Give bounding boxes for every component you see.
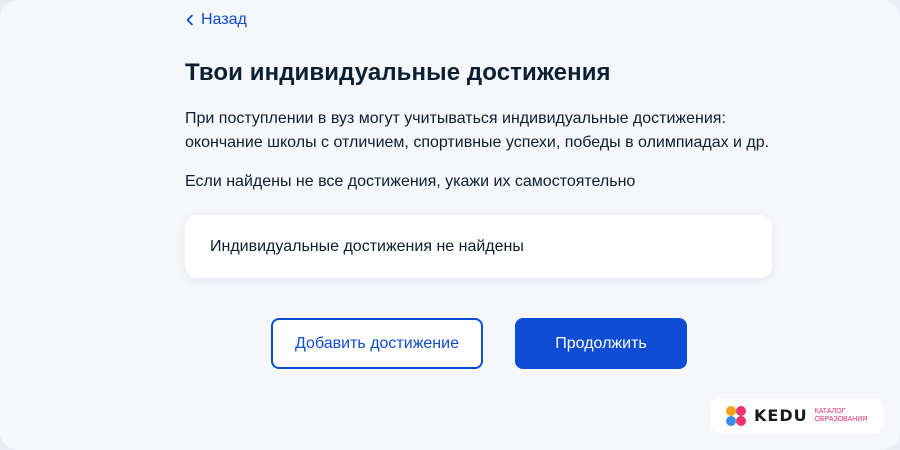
watermark-subtitle-line2: образования [814, 415, 868, 423]
add-achievement-button[interactable]: Добавить достижение [271, 318, 483, 369]
watermark-subtitle-line1: Каталог [814, 407, 846, 415]
empty-state-text: Индивидуальные достижения не найдены [210, 237, 524, 255]
watermark-subtitle: Каталог образования [815, 408, 868, 424]
back-link[interactable]: Назад [185, 11, 247, 29]
intro-text: При поступлении в вуз могут учитываться … [185, 110, 770, 151]
chevron-left-icon [185, 14, 195, 26]
achievements-empty-card: Индивидуальные достижения не найдены [185, 215, 772, 278]
hint-text: Если найдены не все достижения, укажи их… [185, 173, 636, 190]
back-link-label: Назад [201, 11, 247, 28]
kedu-watermark: KEDU Каталог образования [711, 398, 883, 433]
kedu-logo-icon [725, 405, 747, 427]
continue-button[interactable]: Продолжить [515, 318, 687, 369]
watermark-brand: KEDU [754, 406, 808, 425]
page-frame: Назад Твои индивидуальные достижения При… [0, 0, 900, 450]
page-title: Твои индивидуальные достижения [185, 59, 611, 86]
